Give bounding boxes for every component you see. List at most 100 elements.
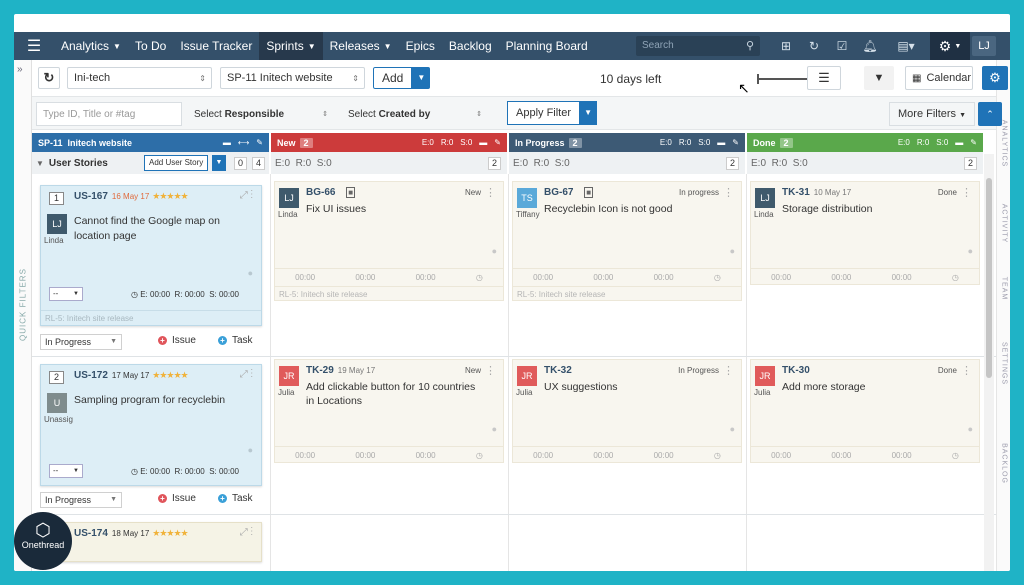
clock-icon[interactable]: ◷	[952, 273, 959, 286]
status-select[interactable]: In Progress ▼	[40, 334, 122, 350]
add-icon[interactable]: ⊞	[778, 38, 794, 54]
clock-icon[interactable]: ◷	[131, 290, 138, 299]
task-card[interactable]: TS Tiffany BG-67 ■ In progress ⋮ Recycle…	[512, 181, 742, 301]
add-task-button[interactable]: + Task	[218, 493, 253, 504]
story-points-select[interactable]: -- ▼	[49, 287, 83, 301]
task-card[interactable]: LJ Linda TK-31 10 May 17 Done ⋮ Storage d…	[750, 181, 980, 285]
nav-sprints[interactable]: Sprints ▼	[259, 32, 323, 60]
scrollbar-thumb[interactable]	[986, 178, 992, 378]
more-options-icon[interactable]: ⋮	[485, 364, 496, 377]
list-view-icon[interactable]: ☰	[807, 66, 841, 90]
pin-icon[interactable]: ✎	[970, 138, 977, 147]
minimize-icon[interactable]: ▬	[223, 138, 231, 147]
comment-icon[interactable]: ●	[968, 246, 973, 256]
edit-icon[interactable]: ⤢ ⋮	[240, 190, 253, 201]
pin-icon[interactable]: ✎	[732, 138, 739, 147]
collapse-icon[interactable]: ▼	[36, 159, 44, 168]
user-story-card[interactable]: 1 US-167 16 May 17 ★★★★★ ⤢ ⋮ LJ Linda Cann…	[40, 185, 262, 326]
nav-planning-board[interactable]: Planning Board	[499, 32, 595, 60]
column-header-done: Done 2 E:0 R:0 S:0 ▬ ✎	[747, 133, 983, 152]
story-points-select[interactable]: -- ▼	[49, 464, 83, 478]
more-filters-button[interactable]: More Filters ▼	[889, 102, 976, 126]
nav-todo[interactable]: To Do	[128, 32, 173, 60]
checklist-icon[interactable]: ☑	[834, 38, 850, 54]
settings-tab[interactable]: SETTINGS	[1001, 333, 1008, 395]
comment-icon[interactable]: ●	[730, 424, 735, 434]
chevron-down-icon[interactable]: ▼	[579, 101, 598, 125]
expand-icon[interactable]: »	[17, 64, 23, 75]
comment-icon[interactable]: ●	[248, 445, 253, 455]
backlog-tab[interactable]: BACKLOG	[1001, 433, 1008, 495]
minimize-icon[interactable]: ▬	[479, 138, 487, 147]
settings-gear-icon[interactable]: ⚙ ▼	[930, 32, 970, 60]
nav-backlog[interactable]: Backlog	[442, 32, 499, 60]
pin-icon[interactable]: ✎	[256, 138, 263, 147]
user-avatar[interactable]: LJ	[972, 36, 996, 56]
apply-filter-button[interactable]: Apply Filter ▼	[507, 101, 598, 125]
more-options-icon[interactable]: ⋮	[723, 364, 734, 377]
quick-filters-panel[interactable]: » QUICK FILTERS	[14, 60, 32, 571]
add-button[interactable]: Add ▼	[373, 67, 431, 89]
comment-icon[interactable]: ●	[248, 268, 253, 278]
nav-analytics[interactable]: Analytics ▼	[54, 32, 128, 60]
more-options-icon[interactable]: ⋮	[485, 186, 496, 199]
created-by-select[interactable]: Select Created by ⇕	[342, 102, 488, 126]
rating-stars[interactable]: ★★★★★	[152, 191, 188, 201]
nav-issue-tracker[interactable]: Issue Tracker	[173, 32, 259, 60]
task-card[interactable]: JR Julia TK-29 19 May 17 New ⋮ Add clicka…	[274, 359, 504, 463]
activity-tab[interactable]: ACTIVITY	[1001, 193, 1008, 255]
clock-icon[interactable]: ◷	[952, 451, 959, 464]
chevron-down-icon[interactable]: ▼	[412, 67, 431, 89]
add-issue-button[interactable]: + Issue	[158, 493, 196, 504]
add-user-story-button[interactable]: Add User Story	[144, 155, 209, 171]
comment-icon[interactable]: ●	[968, 424, 973, 434]
clock-icon[interactable]: ◷	[476, 451, 483, 464]
pin-icon[interactable]: ✎	[494, 138, 501, 147]
project-select[interactable]: Ini-tech ⇕	[67, 67, 212, 89]
minimize-icon[interactable]: ▬	[955, 138, 963, 147]
status-select[interactable]: In Progress ▼	[40, 492, 122, 508]
search-input[interactable]: Search ⚲	[636, 36, 760, 56]
clock-icon[interactable]: ◷	[131, 467, 138, 476]
workspace-icon[interactable]: ▤▾	[894, 38, 918, 54]
hamburger-menu-icon[interactable]: ☰	[14, 36, 54, 56]
edit-icon[interactable]: ⤢ ⋮	[240, 369, 253, 380]
task-card[interactable]: LJ Linda BG-66 ■ New ⋮ Fix UI issues ● 0…	[274, 181, 504, 301]
user-story-card[interactable]: 2 US-172 17 May 17 ★★★★★ ⤢ ⋮ U Unassig Sam…	[40, 364, 262, 486]
user-story-card[interactable]: US-174 18 May 17 ★★★★★ ⤢ ⋮	[40, 522, 262, 562]
search-icon[interactable]: ⚲	[746, 39, 754, 52]
bell-icon[interactable]: 🔔︎	[862, 38, 878, 54]
resize-icon[interactable]: ⟷	[238, 138, 249, 147]
nav-releases[interactable]: Releases ▼	[323, 32, 399, 60]
comment-icon[interactable]: ●	[730, 246, 735, 256]
add-task-button[interactable]: + Task	[218, 335, 253, 346]
refresh-icon[interactable]: ↻	[38, 67, 60, 89]
rating-stars[interactable]: ★★★★★	[152, 370, 188, 380]
history-icon[interactable]: ↻	[806, 38, 822, 54]
board-scrollbar[interactable]	[984, 154, 994, 571]
clock-icon[interactable]: ◷	[714, 451, 721, 464]
more-options-icon[interactable]: ⋮	[723, 186, 734, 199]
collapse-up-icon[interactable]: ⌃	[978, 102, 1002, 126]
team-tab[interactable]: TEAM	[1001, 258, 1008, 320]
more-options-icon[interactable]: ⋮	[961, 186, 972, 199]
filter-icon[interactable]: ▼	[864, 66, 894, 90]
task-card[interactable]: JR Julia TK-30 Done ⋮ Add more storage ●…	[750, 359, 980, 463]
edit-icon[interactable]: ⤢ ⋮	[240, 527, 253, 538]
comment-icon[interactable]: ●	[492, 424, 497, 434]
minimize-icon[interactable]: ▬	[717, 138, 725, 147]
responsible-select[interactable]: Select Responsible ⇕	[188, 102, 334, 126]
filter-search-input[interactable]: Type ID, Title or #tag	[36, 102, 182, 126]
calendar-button[interactable]: ▦ Calendar	[905, 66, 973, 90]
clock-icon[interactable]: ◷	[714, 273, 721, 286]
nav-epics[interactable]: Epics	[399, 32, 442, 60]
chevron-down-icon[interactable]: ▼	[212, 155, 226, 171]
task-card[interactable]: JR Julia TK-32 In Progress ⋮ UX suggesti…	[512, 359, 742, 463]
more-options-icon[interactable]: ⋮	[961, 364, 972, 377]
sprint-select[interactable]: SP-11 Initech website ⇕	[220, 67, 365, 89]
rating-stars[interactable]: ★★★★★	[152, 528, 188, 538]
comment-icon[interactable]: ●	[492, 246, 497, 256]
board-settings-icon[interactable]: ⚙	[982, 66, 1008, 90]
clock-icon[interactable]: ◷	[476, 273, 483, 286]
add-issue-button[interactable]: + Issue	[158, 335, 196, 346]
